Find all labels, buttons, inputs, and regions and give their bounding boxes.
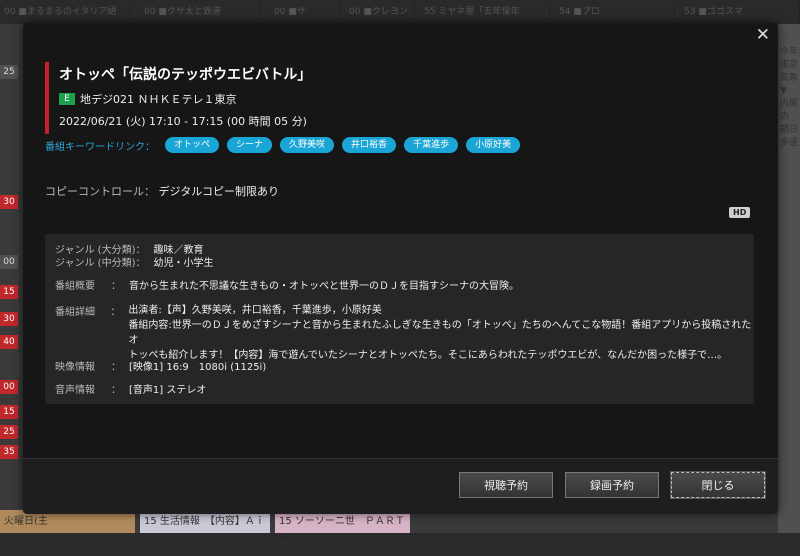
keyword-tag[interactable]: シーナ bbox=[227, 137, 273, 153]
close-icon[interactable]: ✕ bbox=[756, 25, 770, 45]
channel-row: E 地デジ021 ＮＨＫＥテレ１東京 bbox=[59, 91, 311, 107]
guide-cell[interactable]: 55 ミヤネ屋「五年保年 bbox=[420, 3, 550, 21]
detail-label: 番組詳細 bbox=[55, 307, 95, 318]
summary-value: 音から生まれた不思議な生きもの・オトッペと世界一のＤＪを目指すシーナの大冒険。 bbox=[129, 281, 519, 292]
keyword-links: 番組キーワードリンク： オトッペ シーナ 久野美咲 井口裕香 千葉進歩 小原好美 bbox=[45, 137, 528, 153]
video-value: [映像1] 16:9 1080i (1125i) bbox=[129, 362, 267, 373]
video-row: 映像情報 ： [映像1] 16:9 1080i (1125i) bbox=[55, 358, 266, 373]
watch-reserve-button[interactable]: 視聴予約 bbox=[459, 472, 553, 498]
keyword-tag[interactable]: 小原好美 bbox=[466, 137, 521, 153]
copy-control-value: デジタルコピー制限あり bbox=[158, 185, 280, 198]
keyword-tag[interactable]: オトッペ bbox=[165, 137, 220, 153]
keyword-tag[interactable]: 千葉進歩 bbox=[404, 137, 459, 153]
guide-cell[interactable]: 00 ■サ bbox=[270, 3, 340, 21]
guide-right-text: の bbox=[780, 112, 790, 122]
guide-minute: 15 bbox=[0, 405, 18, 419]
guide-right-text: 東京 bbox=[780, 60, 799, 70]
video-label: 映像情報 bbox=[55, 362, 95, 373]
detail-row: 番組詳細 ： 出演者:【声】久野美咲，井口裕香，千葉進歩，小原好美 番組内容:世… bbox=[55, 303, 754, 363]
summary-row: 番組概要 ： 音から生まれた不思議な生きもの・オトッペと世界一のＤＪを目指すシー… bbox=[55, 277, 519, 292]
guide-right-text: 気象▼ bbox=[780, 73, 799, 96]
channel-badge: E bbox=[59, 93, 75, 105]
guide-top-row: 00 ■まるまるのイタリア語 00 ■クサ太と鉄道 00 ■サ 00 ■クレヨン… bbox=[0, 0, 800, 24]
guide-minute: 30 bbox=[0, 312, 18, 326]
keyword-label: 番組キーワードリンク： bbox=[45, 141, 155, 153]
copy-control: コピーコントロール： デジタルコピー制限あり bbox=[45, 183, 279, 199]
guide-cell[interactable]: 54 ■ブロ bbox=[555, 3, 675, 21]
guide-minute: 00 bbox=[0, 380, 18, 394]
genre-minor-label: ジャンル (中分類) bbox=[55, 258, 136, 269]
guide-minute: 25 bbox=[0, 425, 18, 439]
keyword-tag[interactable]: 井口裕香 bbox=[342, 137, 397, 153]
guide-minute: 40 bbox=[0, 335, 18, 349]
separator: ： bbox=[135, 258, 146, 269]
broadcast-time: 2022/06/21 (火) 17:10 - 17:15 (00 時間 05 分… bbox=[59, 115, 307, 128]
guide-cell[interactable]: 53 ■ゴゴスマ bbox=[680, 3, 800, 21]
close-button[interactable]: 閉じる bbox=[670, 471, 766, 499]
guide-right-text: 内閣 bbox=[780, 99, 799, 109]
program-title: オトッペ「伝説のテッポウエビバトル」 bbox=[59, 67, 312, 83]
guide-cell[interactable]: 00 ■クサ太と鉄道 bbox=[140, 3, 260, 21]
audio-value: [音声1] ステレオ bbox=[129, 385, 207, 396]
detail-line: 番組内容:世界一のＤＪをめざすシーナと音から生まれたふしぎな生きもの「オトッペ」… bbox=[128, 320, 752, 346]
guide-cell[interactable]: 00 ■クレヨン bbox=[345, 3, 415, 21]
detail-line: 出演者:【声】久野美咲，井口裕香，千葉進歩，小原好美 bbox=[128, 305, 382, 316]
guide-minute: 15 bbox=[0, 285, 18, 299]
guide-minute: 25 bbox=[0, 65, 18, 79]
guide-right-text: 多送 bbox=[780, 138, 799, 148]
separator: ： bbox=[111, 385, 121, 396]
genre-minor-row: ジャンル (中分類) ： 幼児・小学生 bbox=[55, 254, 213, 269]
keyword-tag[interactable]: 久野美咲 bbox=[280, 137, 335, 153]
guide-right-column: 今年 東京 気象▼ 内閣 の 朝日 多送 bbox=[778, 24, 800, 533]
guide-minute: 00 bbox=[0, 255, 18, 269]
guide-right-text: 朝日 bbox=[780, 125, 799, 135]
separator: ： bbox=[110, 307, 121, 318]
separator: ： bbox=[111, 281, 121, 292]
record-reserve-button[interactable]: 録画予約 bbox=[565, 472, 659, 498]
guide-cell[interactable]: 00 ■まるまるのイタリア語 bbox=[0, 3, 130, 21]
audio-row: 音声情報 ： [音声1] ステレオ bbox=[55, 381, 206, 396]
guide-minute: 30 bbox=[0, 195, 18, 209]
program-header: オトッペ「伝説のテッポウエビバトル」 E 地デジ021 ＮＨＫＥテレ１東京 20… bbox=[45, 62, 311, 134]
guide-right-text: 今年 bbox=[780, 47, 799, 57]
separator: ： bbox=[111, 362, 121, 373]
dialog-footer: 視聴予約 録画予約 閉じる bbox=[23, 458, 778, 514]
hd-badge: HD bbox=[729, 207, 751, 218]
channel-name: 地デジ021 ＮＨＫＥテレ１東京 bbox=[80, 93, 237, 106]
copy-control-label: コピーコントロール： bbox=[45, 185, 155, 198]
guide-minute: 35 bbox=[0, 445, 18, 459]
summary-label: 番組概要 bbox=[55, 281, 95, 292]
audio-label: 音声情報 bbox=[55, 385, 95, 396]
detail-text: 出演者:【声】久野美咲，井口裕香，千葉進歩，小原好美 番組内容:世界一のＤＪをめ… bbox=[128, 303, 754, 363]
program-info-box: ジャンル (大分類) ： 趣味／教育 ジャンル (中分類) ： 幼児・小学生 番… bbox=[45, 234, 754, 404]
genre-minor-value: 幼児・小学生 bbox=[153, 258, 214, 269]
program-detail-dialog: ✕ オトッペ「伝説のテッポウエビバトル」 E 地デジ021 ＮＨＫＥテレ１東京 … bbox=[23, 23, 778, 514]
